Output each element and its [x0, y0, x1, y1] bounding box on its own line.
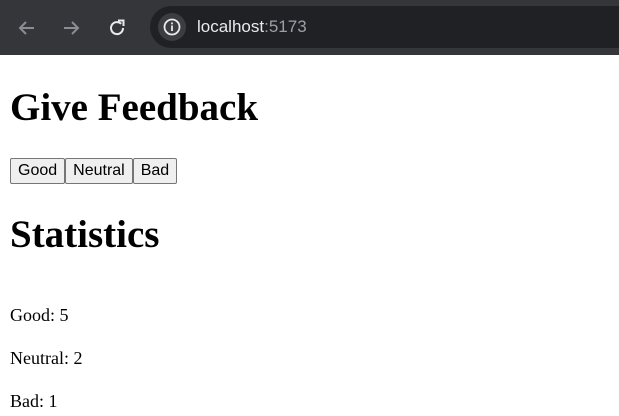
reload-button[interactable]: [101, 12, 133, 44]
back-button[interactable]: [11, 12, 43, 44]
info-icon: [163, 18, 181, 36]
forward-button[interactable]: [55, 12, 87, 44]
reload-icon: [110, 19, 125, 36]
feedback-heading: Give Feedback: [10, 86, 259, 129]
forward-arrow-icon: [64, 21, 80, 35]
address-bar[interactable]: localhost:5173: [150, 6, 619, 48]
url-host: localhost: [197, 17, 265, 36]
browser-toolbar: localhost:5173: [0, 0, 619, 55]
bad-button[interactable]: Bad: [132, 158, 178, 184]
bad-count: Bad: 1: [10, 391, 58, 411]
url-text: localhost:5173: [197, 17, 307, 37]
statistics-heading: Statistics: [10, 213, 160, 256]
url-port: :5173: [264, 17, 307, 36]
back-arrow-icon: [18, 21, 34, 35]
good-button[interactable]: Good: [10, 158, 66, 184]
good-count: Good: 5: [10, 305, 69, 325]
neutral-button[interactable]: Neutral: [65, 158, 133, 184]
site-info-button[interactable]: [158, 13, 186, 41]
neutral-count: Neutral: 2: [10, 348, 83, 368]
feedback-button-group: Good Neutral Bad: [10, 158, 178, 184]
